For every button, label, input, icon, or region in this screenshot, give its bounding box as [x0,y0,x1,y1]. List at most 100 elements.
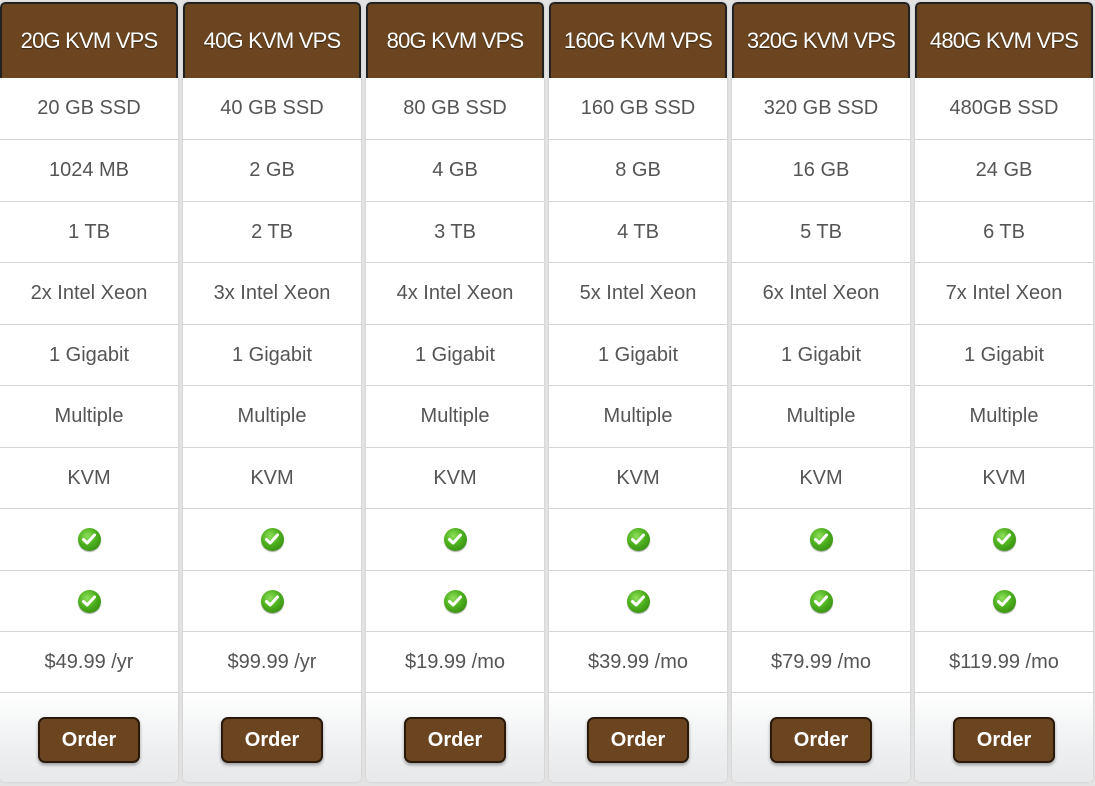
price-value: $79.99 /mo [770,650,872,673]
ram-cell-value: 8 GB [615,158,661,181]
plan-footer: Order [0,692,178,782]
price-value: $19.99 /mo [404,650,506,673]
bandwidth-cell: 1 TB [0,201,178,262]
ip-addresses-cell-value: Multiple [420,404,490,427]
order-button[interactable]: Order [587,717,689,763]
virtualization-cell-value: KVM [982,466,1026,489]
plan-column: 20G KVM VPS 20 GB SSD 1024 MB 1 TB 2x Intel … [0,2,178,782]
pricing-table: 20G KVM VPS 20 GB SSD 1024 MB 1 TB 2x Intel … [0,0,1095,786]
check-circle-icon [77,589,101,613]
order-button[interactable]: Order [953,717,1055,763]
ram-cell-value: 16 GB [792,158,850,181]
virtualization-cell-value: KVM [799,466,843,489]
disk-cell: 320 GB SSD [732,78,910,139]
order-button[interactable]: Order [38,717,140,763]
bandwidth-cell: 6 TB [915,201,1093,262]
virtualization-cell-value: KVM [67,466,111,489]
price-value: $49.99 /yr [44,650,134,673]
feature-cell [549,508,727,569]
port-speed-cell: 1 Gigabit [366,324,544,385]
bandwidth-cell-value: 1 TB [68,220,110,243]
ram-cell-value: 2 GB [249,158,295,181]
check-circle-icon [992,589,1016,613]
feature-cell [0,508,178,569]
port-speed-cell-value: 1 Gigabit [597,343,679,366]
check-circle-icon [443,527,467,551]
feature-cell [366,570,544,631]
price-value: $99.99 /yr [227,650,317,673]
virtualization-cell-value: KVM [616,466,660,489]
cpu-cell-value: 5x Intel Xeon [579,281,697,304]
ram-cell-value: 4 GB [432,158,478,181]
cpu-cell: 3x Intel Xeon [183,262,361,323]
bandwidth-cell: 5 TB [732,201,910,262]
plan-column: 160G KVM VPS 160 GB SSD 8 GB 4 TB 5x Intel X… [549,2,727,782]
ip-addresses-cell-value: Multiple [786,404,856,427]
plan-title: 20G KVM VPS [0,2,178,78]
disk-cell-value: 320 GB SSD [763,97,879,119]
port-speed-cell-value: 1 Gigabit [414,343,496,366]
disk-cell: 160 GB SSD [549,78,727,139]
check-circle-icon [809,589,833,613]
port-speed-cell-value: 1 Gigabit [48,343,130,366]
plan-column: 480G KVM VPS 480GB SSD 24 GB 6 TB 7x Intel X… [915,2,1093,782]
port-speed-cell: 1 Gigabit [732,324,910,385]
cpu-cell-value: 4x Intel Xeon [396,281,514,304]
bandwidth-cell-value: 3 TB [434,220,476,243]
cpu-cell-value: 6x Intel Xeon [762,281,880,304]
disk-cell: 20 GB SSD [0,78,178,139]
plan-title: 480G KVM VPS [915,2,1093,78]
price-cell: $49.99 /yr [0,631,178,692]
plan-footer: Order [183,692,361,782]
plan-title: 40G KVM VPS [183,2,361,78]
plan-footer: Order [915,692,1093,782]
feature-cell [183,508,361,569]
disk-cell-value: 160 GB SSD [580,97,696,119]
ip-addresses-cell: Multiple [183,385,361,446]
ip-addresses-cell: Multiple [0,385,178,446]
disk-cell-value: 20 GB SSD [37,97,141,119]
ram-cell: 2 GB [183,139,361,200]
feature-cell [0,570,178,631]
virtualization-cell: KVM [0,447,178,508]
ram-cell-value: 24 GB [975,158,1033,181]
port-speed-cell-value: 1 Gigabit [780,343,862,366]
check-circle-icon [992,527,1016,551]
port-speed-cell-value: 1 Gigabit [963,343,1045,366]
ip-addresses-cell: Multiple [915,385,1093,446]
feature-cell [183,570,361,631]
virtualization-cell: KVM [549,447,727,508]
order-button[interactable]: Order [221,717,323,763]
virtualization-cell: KVM [366,447,544,508]
cpu-cell: 5x Intel Xeon [549,262,727,323]
check-circle-icon [77,527,101,551]
virtualization-cell: KVM [732,447,910,508]
plan-title: 160G KVM VPS [549,2,727,78]
plan-footer: Order [732,692,910,782]
price-cell: $19.99 /mo [366,631,544,692]
disk-cell-value: 480GB SSD [949,97,1059,119]
ram-cell: 16 GB [732,139,910,200]
check-circle-icon [626,589,650,613]
cpu-cell-value: 3x Intel Xeon [213,281,331,304]
bandwidth-cell-value: 6 TB [983,220,1025,243]
price-cell: $99.99 /yr [183,631,361,692]
check-circle-icon [443,589,467,613]
bandwidth-cell: 2 TB [183,201,361,262]
plan-title: 80G KVM VPS [366,2,544,78]
feature-cell [915,508,1093,569]
feature-cell [549,570,727,631]
port-speed-cell: 1 Gigabit [549,324,727,385]
check-circle-icon [260,589,284,613]
order-button[interactable]: Order [770,717,872,763]
price-cell: $119.99 /mo [915,631,1093,692]
disk-cell-value: 40 GB SSD [220,97,324,119]
plan-footer: Order [366,692,544,782]
disk-cell: 40 GB SSD [183,78,361,139]
feature-cell [915,570,1093,631]
check-circle-icon [626,527,650,551]
order-button[interactable]: Order [404,717,506,763]
ip-addresses-cell: Multiple [732,385,910,446]
check-circle-icon [260,527,284,551]
port-speed-cell: 1 Gigabit [915,324,1093,385]
